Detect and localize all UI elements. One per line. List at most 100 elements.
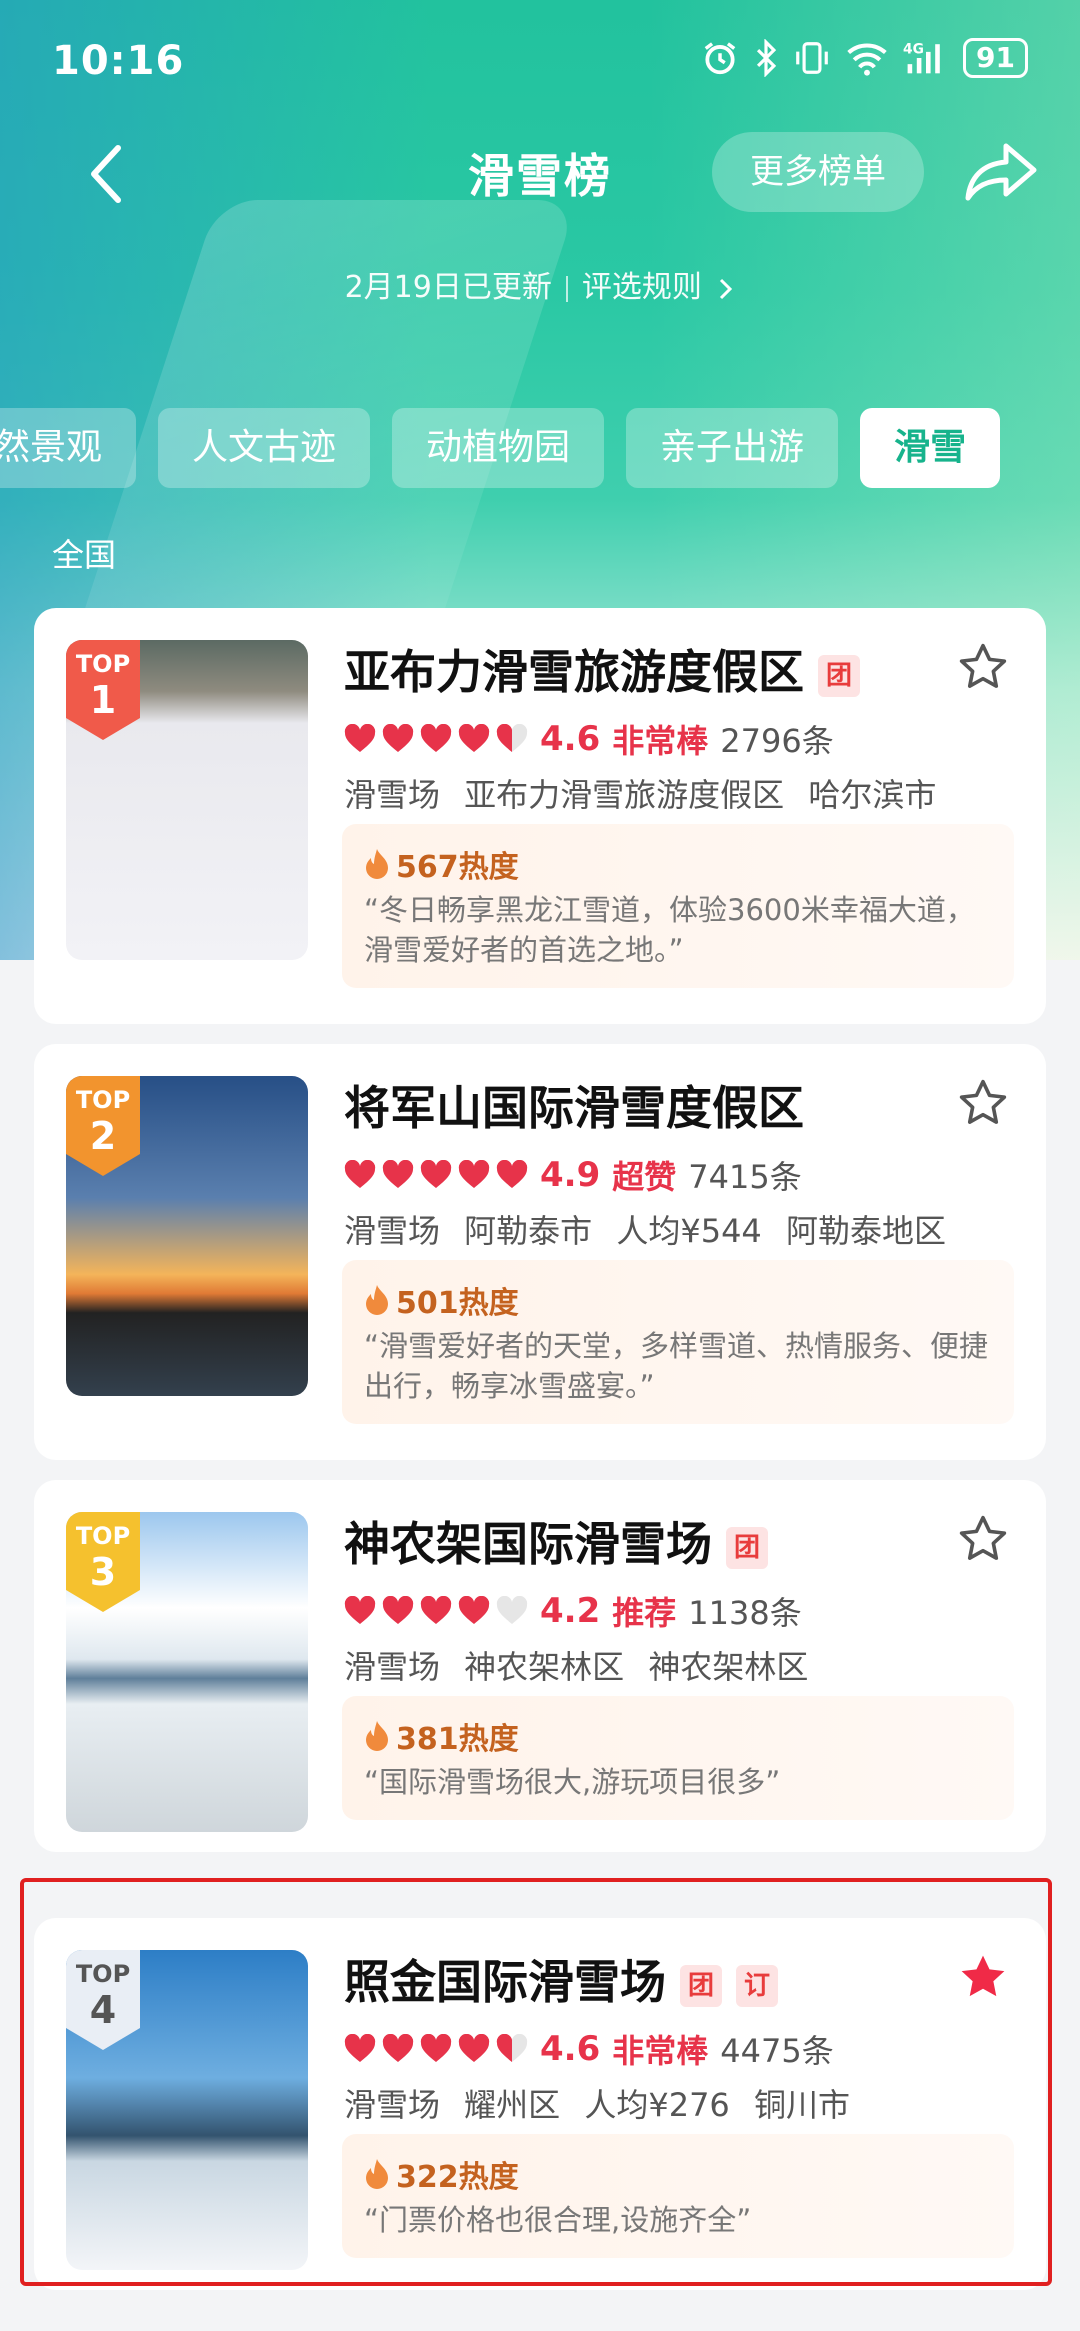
place-name[interactable]: 亚布力滑雪旅游度假区 [344, 645, 804, 699]
rating-score: 4.9 [540, 1155, 601, 1195]
popularity-value: 501热度 [396, 1286, 519, 1321]
service-tag: 订 [736, 1964, 778, 2007]
popularity-box[interactable]: 322热度 “门票价格也很合理,设施齐全” [342, 2134, 1014, 2258]
status-time: 10:16 [52, 38, 185, 84]
rules-link[interactable]: 评选规则 [582, 270, 702, 305]
heart-icon [496, 1596, 528, 1624]
ranking-card[interactable]: TOP 2 将军山国际滑雪度假区 4.9 超赞 7415条滑雪场 阿勒泰市 人均¥544 … [34, 1044, 1046, 1460]
place-info: 滑雪场 亚布力滑雪旅游度假区 哈尔滨市 [344, 776, 937, 814]
status-bar: 10:16 4G 91 [0, 0, 1080, 120]
divider [565, 275, 568, 302]
heart-rating [344, 1596, 528, 1626]
heart-icon [420, 1596, 452, 1624]
popularity-box[interactable]: 501热度 “滑雪爱好者的天堂，多样雪道、热情服务、便捷出行，畅享冰雪盛宴。” [342, 1260, 1014, 1424]
heart-icon [458, 2034, 490, 2062]
review-count[interactable]: 1138条 [688, 1588, 801, 1634]
review-quote: “门票价格也很合理,设施齐全” [364, 2203, 752, 2237]
chevron-right-icon[interactable] [717, 276, 735, 302]
rating-score: 4.2 [540, 1591, 601, 1631]
popularity-header: 322热度 [364, 2152, 992, 2196]
heart-rating [344, 2034, 528, 2064]
popularity-header: 567热度 [364, 842, 992, 886]
review-quote: “滑雪爱好者的天堂，多样雪道、热情服务、便捷出行，畅享冰雪盛宴。” [364, 1329, 989, 1403]
rating-row: 4.9 超赞 7415条 [344, 1152, 802, 1198]
favorite-star-icon[interactable] [956, 1076, 1010, 1130]
share-icon[interactable] [962, 140, 1040, 204]
review-count[interactable]: 2796条 [720, 716, 833, 762]
ranking-card[interactable]: TOP 3 神农架国际滑雪场团 4.2 推荐 1138条滑雪场 神农架林区 神农架林区 38… [34, 1480, 1046, 1852]
place-thumbnail[interactable]: TOP 3 [66, 1512, 308, 1832]
tab-natural-scenery[interactable]: 然景观 [0, 408, 137, 488]
heart-icon [420, 1160, 452, 1188]
tab-skiing[interactable]: 滑雪 [860, 408, 1001, 488]
service-tag: 团 [680, 1964, 722, 2007]
bluetooth-icon [756, 39, 777, 77]
place-thumbnail[interactable]: TOP 4 [66, 1950, 308, 2270]
rating-level: 超赞 [612, 1158, 677, 1196]
popularity-value: 322热度 [396, 2160, 519, 2195]
rating-level: 推荐 [612, 1594, 677, 1632]
tab-zoos-gardens[interactable]: 动植物园 [392, 408, 605, 488]
signal-4g-icon: 4G [903, 41, 940, 74]
rank-badge-text: TOP 4 [66, 1950, 140, 2050]
review-count[interactable]: 4475条 [720, 2026, 833, 2072]
wifi-icon [847, 43, 887, 76]
place-name[interactable]: 神农架国际滑雪场 [344, 1517, 712, 1571]
review-count[interactable]: 7415条 [688, 1152, 801, 1198]
popularity-value: 381热度 [396, 1722, 519, 1757]
place-title[interactable]: 照金国际滑雪场团订 [344, 1946, 778, 2012]
tab-cultural-sites[interactable]: 人文古迹 [158, 408, 371, 488]
flame-icon [366, 1721, 388, 1751]
favorite-star-icon[interactable] [956, 1512, 1010, 1566]
more-rankings-button[interactable]: 更多榜单 [712, 132, 924, 212]
popularity-box[interactable]: 381热度 “国际滑雪场很大,游玩项目很多” [342, 1696, 1014, 1820]
place-info: 滑雪场 阿勒泰市 人均¥544 阿勒泰地区 [344, 1212, 946, 1250]
rating-score: 4.6 [540, 2029, 601, 2069]
heart-icon [382, 2034, 414, 2062]
rating-row: 4.2 推荐 1138条 [344, 1588, 802, 1634]
favorite-star-icon[interactable] [956, 1950, 1010, 2004]
rank-number: 2 [89, 1114, 117, 1158]
heart-rating [344, 724, 528, 754]
heart-icon [458, 1596, 490, 1624]
ranking-card[interactable]: TOP 4 照金国际滑雪场团订 4.6 非常棒 4475条 滑雪场 耀州区 人均¥276 铜… [34, 1918, 1046, 2290]
vibrate-icon [796, 42, 828, 74]
heart-icon [420, 2034, 452, 2062]
category-tabs: 然景观 人文古迹 动植物园 亲子出游 滑雪 [0, 408, 1001, 490]
popularity-header: 381热度 [364, 1714, 992, 1758]
place-title[interactable]: 神农架国际滑雪场团 [344, 1508, 768, 1574]
rank-label: TOP [75, 1522, 131, 1550]
flame-icon [366, 2159, 388, 2189]
ranking-card[interactable]: TOP 1 亚布力滑雪旅游度假区团 4.6 非常棒 2796条 滑雪场 亚布力滑雪旅游度假区… [34, 608, 1046, 1024]
heart-icon [458, 1160, 490, 1188]
review-quote: “冬日畅享黑龙江雪道，体验3600米幸福大道，滑雪爱好者的首选之地。” [364, 893, 975, 967]
rank-label: TOP [75, 1086, 131, 1114]
place-info: 滑雪场 神农架林区 神农架林区 [344, 1648, 809, 1686]
popularity-box[interactable]: 567热度 “冬日畅享黑龙江雪道，体验3600米幸福大道，滑雪爱好者的首选之地。” [342, 824, 1014, 988]
heart-icon [382, 1596, 414, 1624]
rank-badge-text: TOP 3 [66, 1512, 140, 1612]
heart-icon [496, 724, 528, 752]
rank-number: 1 [89, 678, 117, 722]
update-date: 2月19日已更新 [344, 270, 552, 305]
flame-icon [366, 849, 388, 879]
heart-rating [344, 1160, 528, 1190]
region-label: 全国 [52, 536, 117, 574]
rank-number: 4 [89, 1988, 117, 2032]
rank-badge-text: TOP 1 [66, 640, 140, 740]
review-quote: “国际滑雪场很大,游玩项目很多” [364, 1765, 781, 1799]
place-title[interactable]: 亚布力滑雪旅游度假区团 [344, 636, 860, 702]
heart-icon [382, 1160, 414, 1188]
tab-family-trips[interactable]: 亲子出游 [626, 408, 839, 488]
heart-icon [382, 724, 414, 752]
place-title[interactable]: 将军山国际滑雪度假区 [344, 1072, 804, 1138]
place-thumbnail[interactable]: TOP 1 [66, 640, 308, 960]
place-name[interactable]: 将军山国际滑雪度假区 [344, 1081, 804, 1135]
favorite-star-icon[interactable] [956, 640, 1010, 694]
alarm-icon [704, 42, 736, 75]
popularity-header: 501热度 [364, 1278, 992, 1322]
place-thumbnail[interactable]: TOP 2 [66, 1076, 308, 1396]
rank-number: 3 [89, 1550, 117, 1594]
place-name[interactable]: 照金国际滑雪场 [344, 1955, 666, 2009]
battery-indicator: 91 [963, 38, 1028, 78]
